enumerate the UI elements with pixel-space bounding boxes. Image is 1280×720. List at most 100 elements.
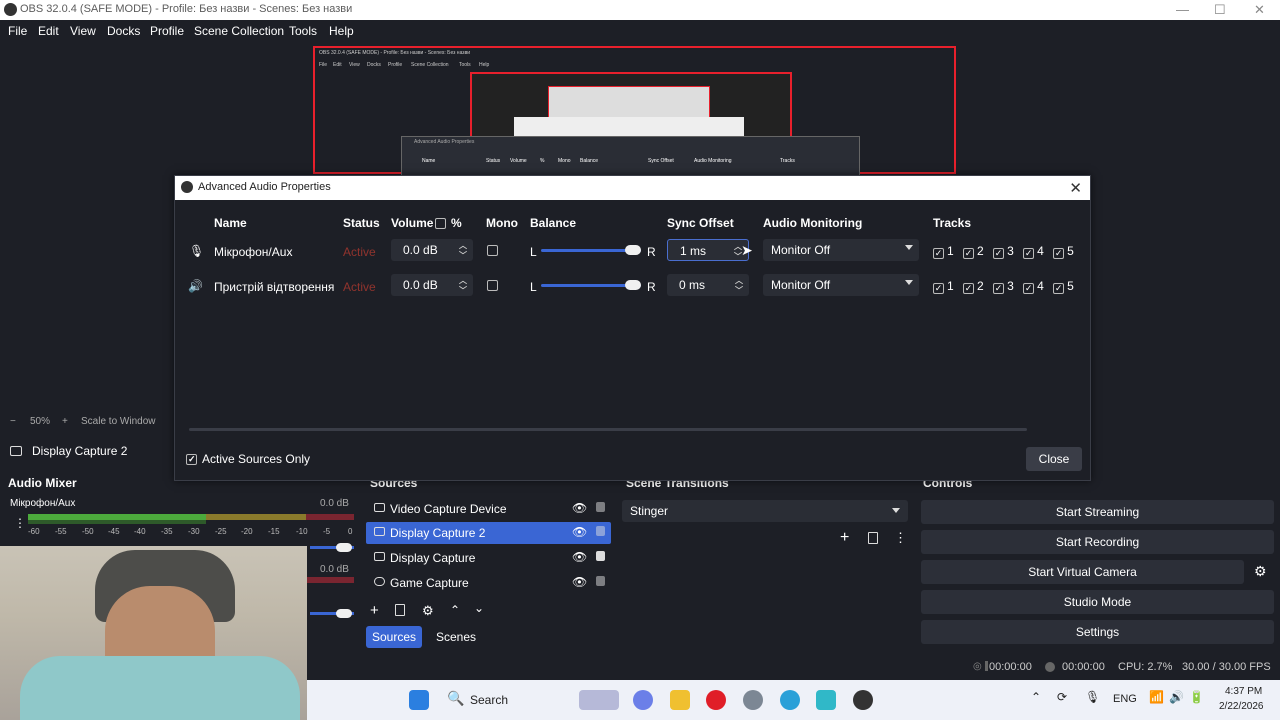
eye-icon[interactable]: 👁 bbox=[572, 501, 587, 515]
menu-edit[interactable]: Edit bbox=[38, 24, 59, 38]
spin-down-icon[interactable]: ﹀ bbox=[459, 285, 467, 296]
app-icon[interactable] bbox=[816, 690, 836, 710]
gear-icon[interactable]: ⚙ bbox=[422, 603, 434, 619]
percent-checkbox[interactable] bbox=[435, 218, 446, 229]
telegram-icon[interactable] bbox=[780, 690, 800, 710]
clock-date[interactable]: 2/22/2026 bbox=[1219, 701, 1264, 712]
status-bar: ◎ 00:00:00 00:00:00 CPU: 2.7% 30.00 / 30… bbox=[307, 656, 1280, 678]
close-window-button[interactable]: ✕ bbox=[1254, 2, 1265, 18]
menu-profile[interactable]: Profile bbox=[150, 24, 184, 38]
lock-icon[interactable] bbox=[596, 502, 605, 512]
opera-icon[interactable] bbox=[706, 690, 726, 710]
track-checkbox[interactable]: ✓ bbox=[993, 248, 1005, 259]
microphone-icon[interactable]: 🎙 bbox=[1085, 690, 1100, 704]
scale-to-window-button[interactable]: Scale to Window bbox=[81, 416, 155, 427]
balance-knob[interactable] bbox=[625, 280, 641, 290]
lock-icon[interactable] bbox=[596, 526, 605, 536]
language-indicator[interactable]: ENG bbox=[1113, 693, 1137, 705]
settings-button[interactable]: Settings bbox=[921, 620, 1274, 644]
sync-icon[interactable]: ⟳ bbox=[1057, 690, 1067, 704]
track-checkbox[interactable]: ✓ bbox=[963, 248, 975, 259]
spin-down-icon[interactable]: ﹀ bbox=[735, 285, 743, 296]
menu-docks[interactable]: Docks bbox=[107, 24, 140, 38]
start-streaming-button[interactable]: Start Streaming bbox=[921, 500, 1274, 524]
lock-icon[interactable] bbox=[596, 576, 605, 586]
chevron-down-icon bbox=[905, 245, 913, 250]
gear-icon[interactable]: ⚙ bbox=[1254, 563, 1267, 580]
spin-down-icon[interactable]: ﹀ bbox=[459, 250, 467, 261]
track-checkbox[interactable]: ✓ bbox=[1023, 283, 1035, 294]
obs-taskbar-icon[interactable] bbox=[853, 690, 873, 710]
source-item[interactable]: Display Capture 👁 bbox=[366, 547, 611, 569]
eye-icon[interactable]: 👁 bbox=[572, 525, 587, 539]
wifi-icon[interactable]: 📶 bbox=[1149, 690, 1164, 704]
add-transition-icon[interactable]: + bbox=[840, 529, 849, 547]
start-virtual-camera-button[interactable]: Start Virtual Camera bbox=[921, 560, 1244, 584]
track-label: 4 bbox=[1037, 279, 1044, 293]
settings-icon[interactable] bbox=[743, 690, 763, 710]
sync-offset-spinbox[interactable]: 1 ms ︿ ﹀ bbox=[667, 239, 749, 261]
horizontal-scrollbar[interactable] bbox=[189, 428, 1027, 431]
track-checkbox[interactable]: ✓ bbox=[993, 283, 1005, 294]
header-name: Name bbox=[214, 216, 247, 230]
signal-icon bbox=[985, 661, 988, 671]
studio-mode-button[interactable]: Studio Mode bbox=[921, 590, 1274, 614]
sync-offset-spinbox[interactable]: 0 ms ︿ ﹀ bbox=[667, 274, 749, 296]
volume-spinbox[interactable]: 0.0 dB ︿ ﹀ bbox=[391, 274, 473, 296]
track-checkbox[interactable]: ✓ bbox=[1053, 283, 1065, 294]
display-icon bbox=[374, 527, 385, 536]
active-sources-checkbox[interactable]: ✓ bbox=[186, 454, 197, 465]
trash-icon[interactable] bbox=[395, 604, 405, 616]
volume-icon[interactable]: 🔊 bbox=[1169, 690, 1184, 704]
battery-icon[interactable]: 🔋 bbox=[1189, 690, 1204, 704]
close-icon[interactable]: ✕ bbox=[1069, 179, 1082, 197]
source-item[interactable]: Video Capture Device 👁 bbox=[366, 498, 611, 520]
chevron-down-icon[interactable]: ⌄ bbox=[474, 601, 484, 615]
minimize-button[interactable]: — bbox=[1176, 2, 1189, 17]
mixer-volume-knob-2[interactable] bbox=[336, 609, 352, 618]
mixer-volume-knob[interactable] bbox=[336, 543, 352, 552]
trash-icon[interactable] bbox=[868, 532, 878, 544]
track-checkbox[interactable]: ✓ bbox=[933, 283, 944, 294]
menu-help[interactable]: Help bbox=[329, 24, 354, 38]
zoom-in-button[interactable]: + bbox=[62, 416, 68, 427]
track-checkbox[interactable]: ✓ bbox=[1023, 248, 1035, 259]
search-icon[interactable]: 🔍 bbox=[447, 690, 464, 707]
chevron-up-icon[interactable]: ⌃ bbox=[450, 603, 460, 617]
widgets-icon[interactable] bbox=[579, 690, 619, 710]
eye-icon[interactable]: 👁 bbox=[572, 550, 587, 564]
lock-icon[interactable] bbox=[596, 551, 605, 561]
mono-checkbox[interactable] bbox=[487, 280, 498, 291]
clock-time[interactable]: 4:37 PM bbox=[1225, 686, 1262, 697]
maximize-button[interactable]: ☐ bbox=[1214, 2, 1226, 18]
menu-view[interactable]: View bbox=[70, 24, 96, 38]
tab-scenes[interactable]: Scenes bbox=[428, 626, 484, 648]
transition-select[interactable]: Stinger bbox=[622, 500, 908, 522]
balance-knob[interactable] bbox=[625, 245, 641, 255]
windows-start-icon[interactable] bbox=[409, 690, 429, 710]
add-source-icon[interactable]: + bbox=[370, 602, 379, 619]
menu-tools[interactable]: Tools bbox=[289, 24, 317, 38]
mono-checkbox[interactable] bbox=[487, 245, 498, 256]
taskbar-search[interactable]: Search bbox=[470, 693, 508, 707]
start-recording-button[interactable]: Start Recording bbox=[921, 530, 1274, 554]
file-explorer-icon[interactable] bbox=[670, 690, 690, 710]
eye-icon[interactable]: 👁 bbox=[572, 575, 587, 589]
menu-file[interactable]: File bbox=[8, 24, 27, 38]
track-checkbox[interactable]: ✓ bbox=[933, 248, 944, 259]
tab-sources[interactable]: Sources bbox=[366, 626, 422, 648]
mixer-menu-icon[interactable]: ⋮ bbox=[14, 516, 26, 530]
more-icon[interactable]: ⋮ bbox=[894, 530, 907, 546]
copilot-icon[interactable] bbox=[633, 690, 653, 710]
chevron-up-icon[interactable]: ⌃ bbox=[1031, 690, 1041, 704]
monitoring-select[interactable]: Monitor Off bbox=[763, 274, 919, 296]
track-checkbox[interactable]: ✓ bbox=[1053, 248, 1065, 259]
monitoring-select[interactable]: Monitor Off bbox=[763, 239, 919, 261]
source-item-selected[interactable]: Display Capture 2 👁 bbox=[366, 522, 611, 544]
source-item[interactable]: Game Capture 👁 bbox=[366, 572, 611, 594]
menu-scene-collection[interactable]: Scene Collection bbox=[194, 24, 284, 38]
close-button[interactable]: Close bbox=[1026, 447, 1082, 471]
volume-spinbox[interactable]: 0.0 dB ︿ ﹀ bbox=[391, 239, 473, 261]
zoom-out-button[interactable]: − bbox=[10, 416, 16, 427]
track-checkbox[interactable]: ✓ bbox=[963, 283, 975, 294]
